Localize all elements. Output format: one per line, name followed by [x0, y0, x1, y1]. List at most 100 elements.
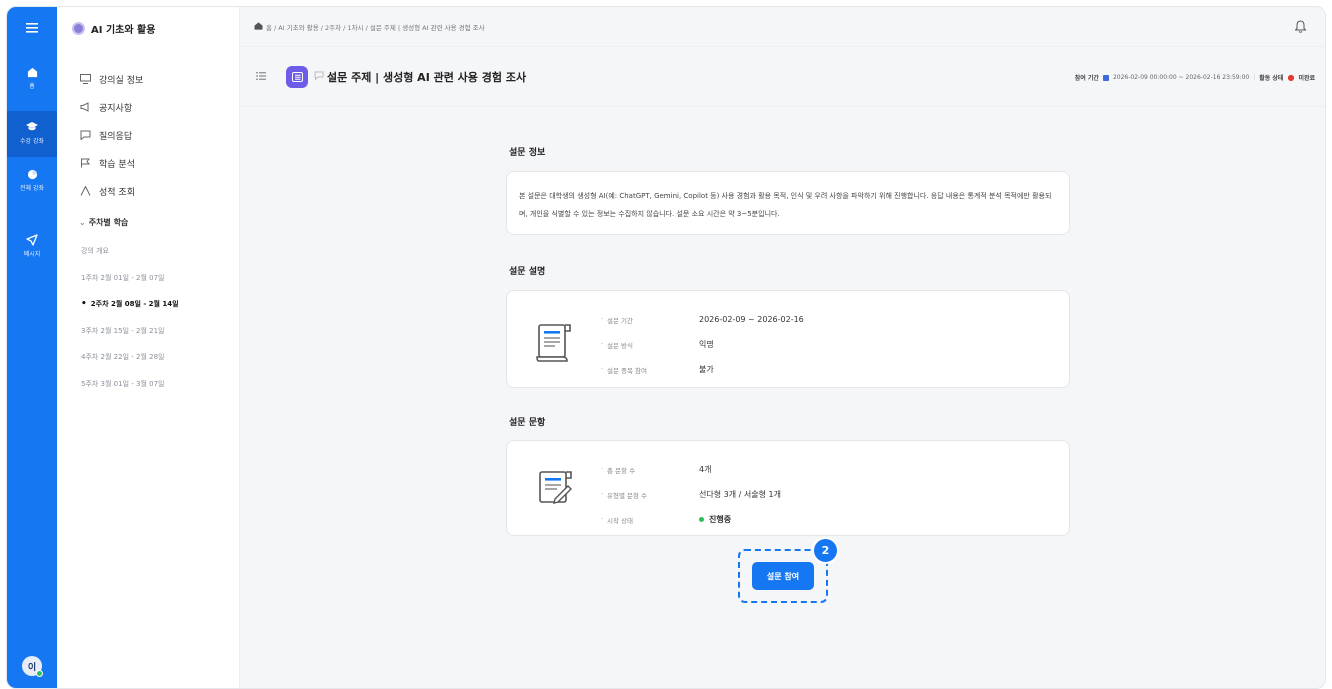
- status-dot-icon: [699, 517, 704, 522]
- description-row: 설문 중복 참여 불가: [601, 357, 804, 382]
- hamburger-menu-button[interactable]: [7, 21, 57, 35]
- top-bar: 홈 / AI 기초와 활용 / 2주차 / 1차시 / 설문 주제 | 생성형 …: [240, 7, 1325, 47]
- home-icon[interactable]: [254, 21, 263, 32]
- status-label: 활동 상태: [1259, 75, 1284, 82]
- survey-questions-card: 총 문항 수 4개 유형별 문항 수 선다형 3개 / 서술형 1개 시작 상태…: [506, 440, 1070, 536]
- description-row: 설문 기간 2026-02-09 ~ 2026-02-16: [601, 307, 804, 332]
- menu-item-label: 강의실 정보: [99, 75, 144, 86]
- join-survey-button[interactable]: 설문 참여: [752, 562, 814, 590]
- rail-item-messages[interactable]: 메시지: [7, 233, 57, 269]
- row-key: 유형별 문항 수: [601, 490, 699, 500]
- flag-icon: [79, 157, 91, 169]
- rail-item-label: 홈: [29, 83, 35, 90]
- chat-icon: [79, 129, 91, 141]
- course-title: AI 기초와 활용: [91, 25, 156, 36]
- app-window: 홈 수강 강좌 전체 강좌 메시지 이 AI 기초와 활용 강의실 정보 공지사…: [6, 6, 1326, 689]
- rail-item-all-courses[interactable]: 전체 강좌: [7, 167, 57, 203]
- period-value: 2026-02-09 00:00:00 ~ 2026-02-16 23:59:0…: [1112, 74, 1250, 81]
- avatar-initial: 이: [27, 662, 37, 673]
- week-item[interactable]: 4주차 2월 22일 - 2월 28일: [81, 344, 179, 371]
- breadcrumb: 홈 / AI 기초와 활용 / 2주차 / 1차시 / 설문 주제 | 생성형 …: [254, 21, 485, 32]
- rail-item-home[interactable]: 홈: [7, 65, 57, 101]
- menu-item-learning-analysis[interactable]: 학습 분석: [79, 149, 143, 177]
- menu-item-label: 성적 조회: [99, 187, 135, 198]
- notification-bell-icon[interactable]: [1294, 20, 1307, 34]
- menu-item-label: 학습 분석: [99, 159, 135, 170]
- row-value: 4개: [699, 465, 712, 474]
- row-key: 설문 방식: [601, 340, 699, 350]
- user-avatar[interactable]: 이: [22, 656, 43, 677]
- status-value: 미완료: [1298, 75, 1315, 82]
- row-value: 진행중: [709, 515, 732, 524]
- question-rows: 총 문항 수 4개 유형별 문항 수 선다형 3개 / 서술형 1개 시작 상태…: [601, 457, 781, 532]
- start-status-badge: 진행중: [699, 514, 731, 525]
- menu-item-qna[interactable]: 질의응답: [79, 121, 143, 149]
- section-title-description: 설문 설명: [509, 267, 546, 277]
- page-title: 설문 주제 | 생성형 AI 관련 사용 경험 조사: [327, 70, 527, 84]
- period-label: 참여 기간: [1074, 75, 1099, 82]
- course-sidebar: AI 기초와 활용 강의실 정보 공지사항 질의응답 학습 분석 성적 조회 ⌄…: [57, 7, 240, 688]
- menu-item-notices[interactable]: 공지사항: [79, 93, 143, 121]
- menu-item-grades[interactable]: 성적 조회: [79, 177, 143, 205]
- week-list: 강의 개요 1주차 2월 01일 - 2월 07일 2주차 2월 08일 - 2…: [81, 238, 179, 397]
- list-toggle-icon[interactable]: [256, 70, 270, 83]
- weekly-learning-toggle[interactable]: ⌄ 주차별 학습: [79, 217, 128, 228]
- row-key: 총 문항 수: [601, 465, 699, 475]
- week-item[interactable]: 5주차 3월 01일 - 3월 07일: [81, 371, 179, 398]
- menu-item-label: 공지사항: [99, 103, 133, 114]
- pie-chart-icon: [25, 167, 39, 181]
- document-edit-icon: [535, 469, 575, 511]
- online-status-dot: [36, 670, 43, 677]
- row-value: 불가: [699, 365, 714, 374]
- grade-icon: [79, 185, 91, 197]
- row-key: 설문 기간: [601, 315, 699, 325]
- step-badge: 2: [812, 537, 839, 564]
- survey-content: 설문 정보 본 설문은 대학생의 생성형 AI(예: ChatGPT, Gemi…: [506, 145, 1070, 536]
- hamburger-icon: [25, 21, 39, 35]
- graduation-cap-icon: [25, 120, 39, 134]
- question-row: 유형별 문항 수 선다형 3개 / 서술형 1개: [601, 482, 781, 507]
- megaphone-icon: [79, 101, 91, 113]
- classroom-icon: [79, 73, 91, 85]
- section-title-info: 설문 정보: [509, 148, 546, 158]
- global-nav-rail: 홈 수강 강좌 전체 강좌 메시지 이: [7, 7, 57, 688]
- speech-bubble-icon: [314, 71, 324, 83]
- course-header[interactable]: AI 기초와 활용: [72, 21, 155, 36]
- section-title-questions: 설문 문항: [509, 418, 546, 428]
- activity-meta: 참여 기간 2026-02-09 00:00:00 ~ 2026-02-16 2…: [1075, 73, 1315, 82]
- row-key: 시작 상태: [601, 515, 699, 525]
- week-item-current[interactable]: 2주차 2월 08일 - 2월 14일: [81, 291, 179, 318]
- rail-item-label: 전체 강좌: [20, 185, 44, 192]
- home-icon: [25, 65, 39, 79]
- chevron-down-icon: ⌄: [79, 218, 86, 227]
- weekly-heading: 주차별 학습: [88, 218, 129, 227]
- rail-item-label: 메시지: [23, 251, 41, 258]
- description-rows: 설문 기간 2026-02-09 ~ 2026-02-16 설문 방식 익명 설…: [601, 307, 804, 382]
- status-dot-icon: ●: [1287, 73, 1295, 82]
- menu-item-label: 질의응답: [99, 131, 133, 142]
- course-menu: 강의실 정보 공지사항 질의응답 학습 분석 성적 조회: [79, 65, 143, 205]
- survey-type-icon: [286, 65, 308, 88]
- rail-item-label: 수강 강좌: [20, 138, 44, 145]
- course-logo-icon: [72, 22, 85, 35]
- question-row: 시작 상태 진행중: [601, 507, 781, 532]
- menu-item-classroom-info[interactable]: 강의실 정보: [79, 65, 143, 93]
- calendar-icon: [1102, 74, 1109, 81]
- week-item[interactable]: 3주차 2월 15일 - 2월 21일: [81, 318, 179, 345]
- week-item[interactable]: 강의 개요: [81, 238, 179, 265]
- meta-divider: |: [1253, 74, 1256, 81]
- row-value: 2026-02-09 ~ 2026-02-16: [699, 315, 804, 324]
- send-icon: [25, 233, 39, 247]
- row-key: 설문 중복 참여: [601, 365, 699, 375]
- rail-item-enrolled[interactable]: 수강 강좌: [7, 111, 57, 157]
- week-item[interactable]: 1주차 2월 01일 - 2월 07일: [81, 265, 179, 292]
- survey-info-text: 본 설문은 대학생의 생성형 AI(예: ChatGPT, Gemini, Co…: [519, 192, 1052, 218]
- question-row: 총 문항 수 4개: [601, 457, 781, 482]
- survey-description-card: 설문 기간 2026-02-09 ~ 2026-02-16 설문 방식 익명 설…: [506, 290, 1070, 388]
- row-value: 익명: [699, 340, 714, 349]
- row-value: 선다형 3개 / 서술형 1개: [699, 490, 781, 499]
- document-scroll-icon: [535, 321, 575, 363]
- survey-info-card: 본 설문은 대학생의 생성형 AI(예: ChatGPT, Gemini, Co…: [506, 171, 1070, 235]
- breadcrumb-text[interactable]: 홈 / AI 기초와 활용 / 2주차 / 1차시 / 설문 주제 | 생성형 …: [266, 22, 485, 32]
- description-row: 설문 방식 익명: [601, 332, 804, 357]
